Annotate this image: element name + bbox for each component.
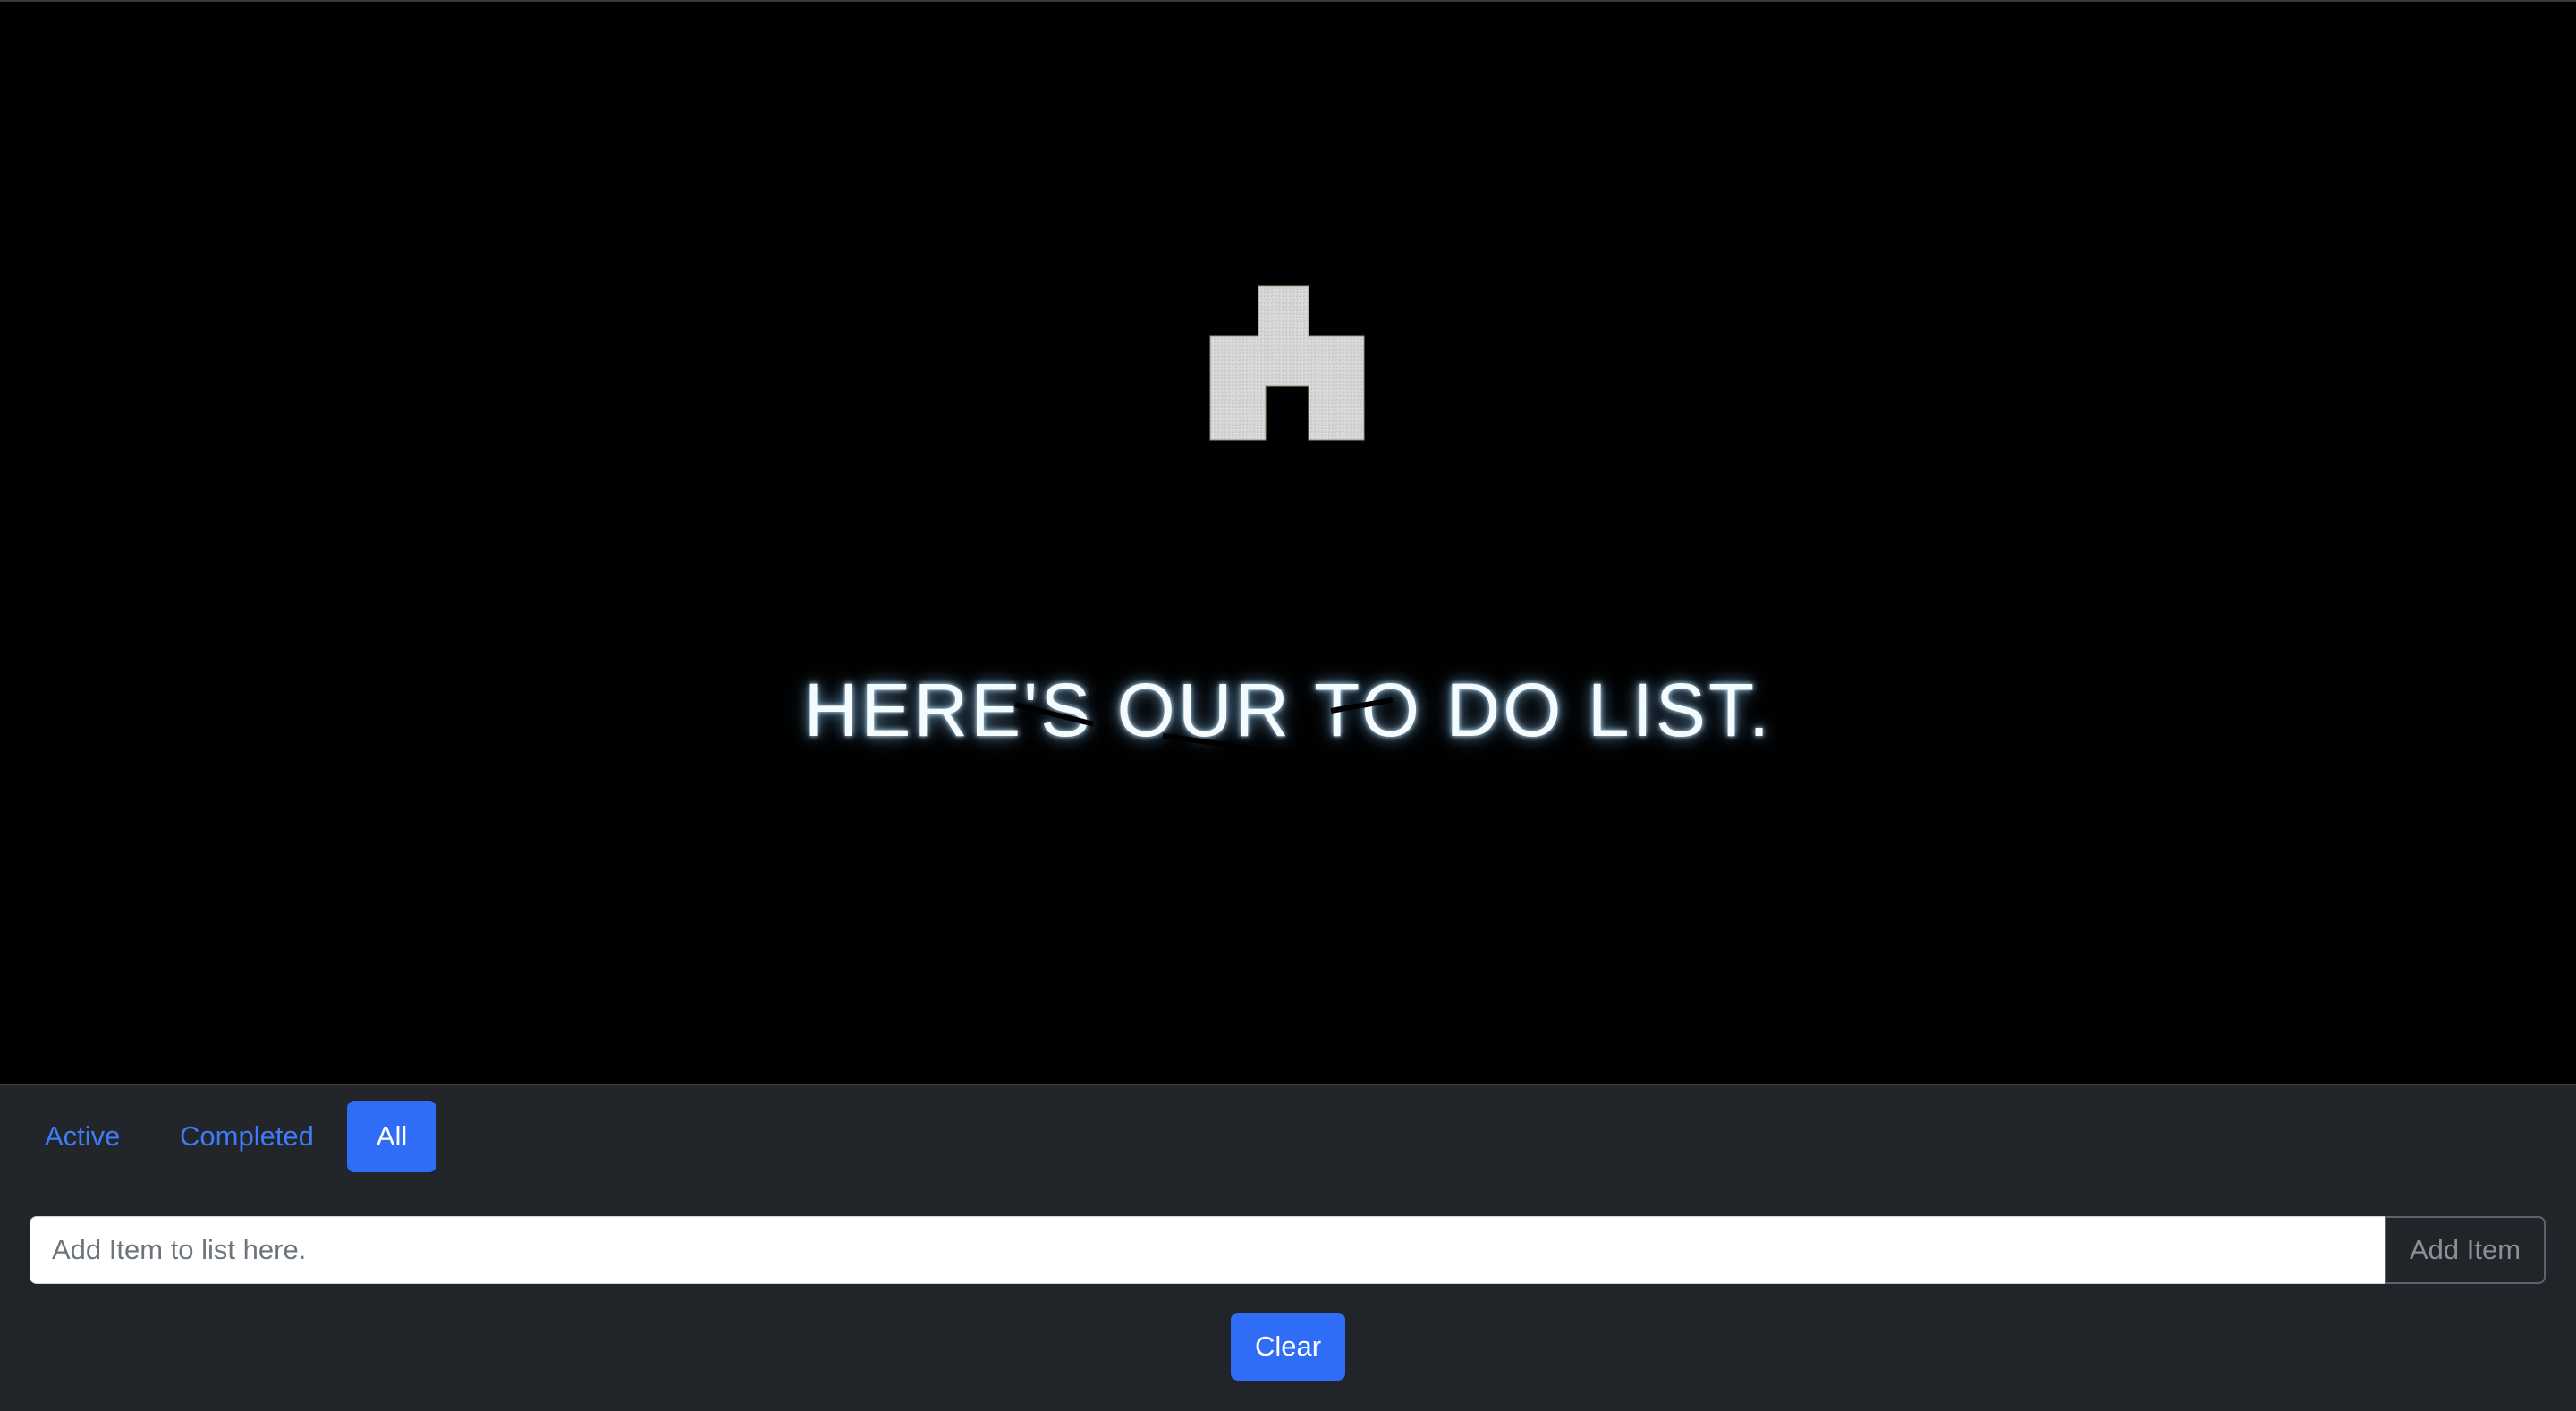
add-item-form: Add Item	[30, 1216, 2546, 1284]
add-item-input[interactable]	[30, 1216, 2385, 1284]
hero-banner: HERE'S OUR TO DO LIST.	[0, 2, 2576, 1084]
building-arch-icon	[1209, 285, 1365, 441]
hero-headline: HERE'S OUR TO DO LIST.	[803, 668, 1773, 752]
clear-button[interactable]: Clear	[1231, 1313, 1345, 1381]
tab-all[interactable]: All	[347, 1101, 436, 1172]
tab-completed[interactable]: Completed	[153, 1101, 341, 1172]
filter-tabs: Active Completed All	[0, 1085, 2576, 1187]
add-item-button[interactable]: Add Item	[2385, 1216, 2546, 1284]
todo-panel: Active Completed All Add Item Clear	[0, 1084, 2576, 1411]
tab-active[interactable]: Active	[18, 1101, 147, 1172]
